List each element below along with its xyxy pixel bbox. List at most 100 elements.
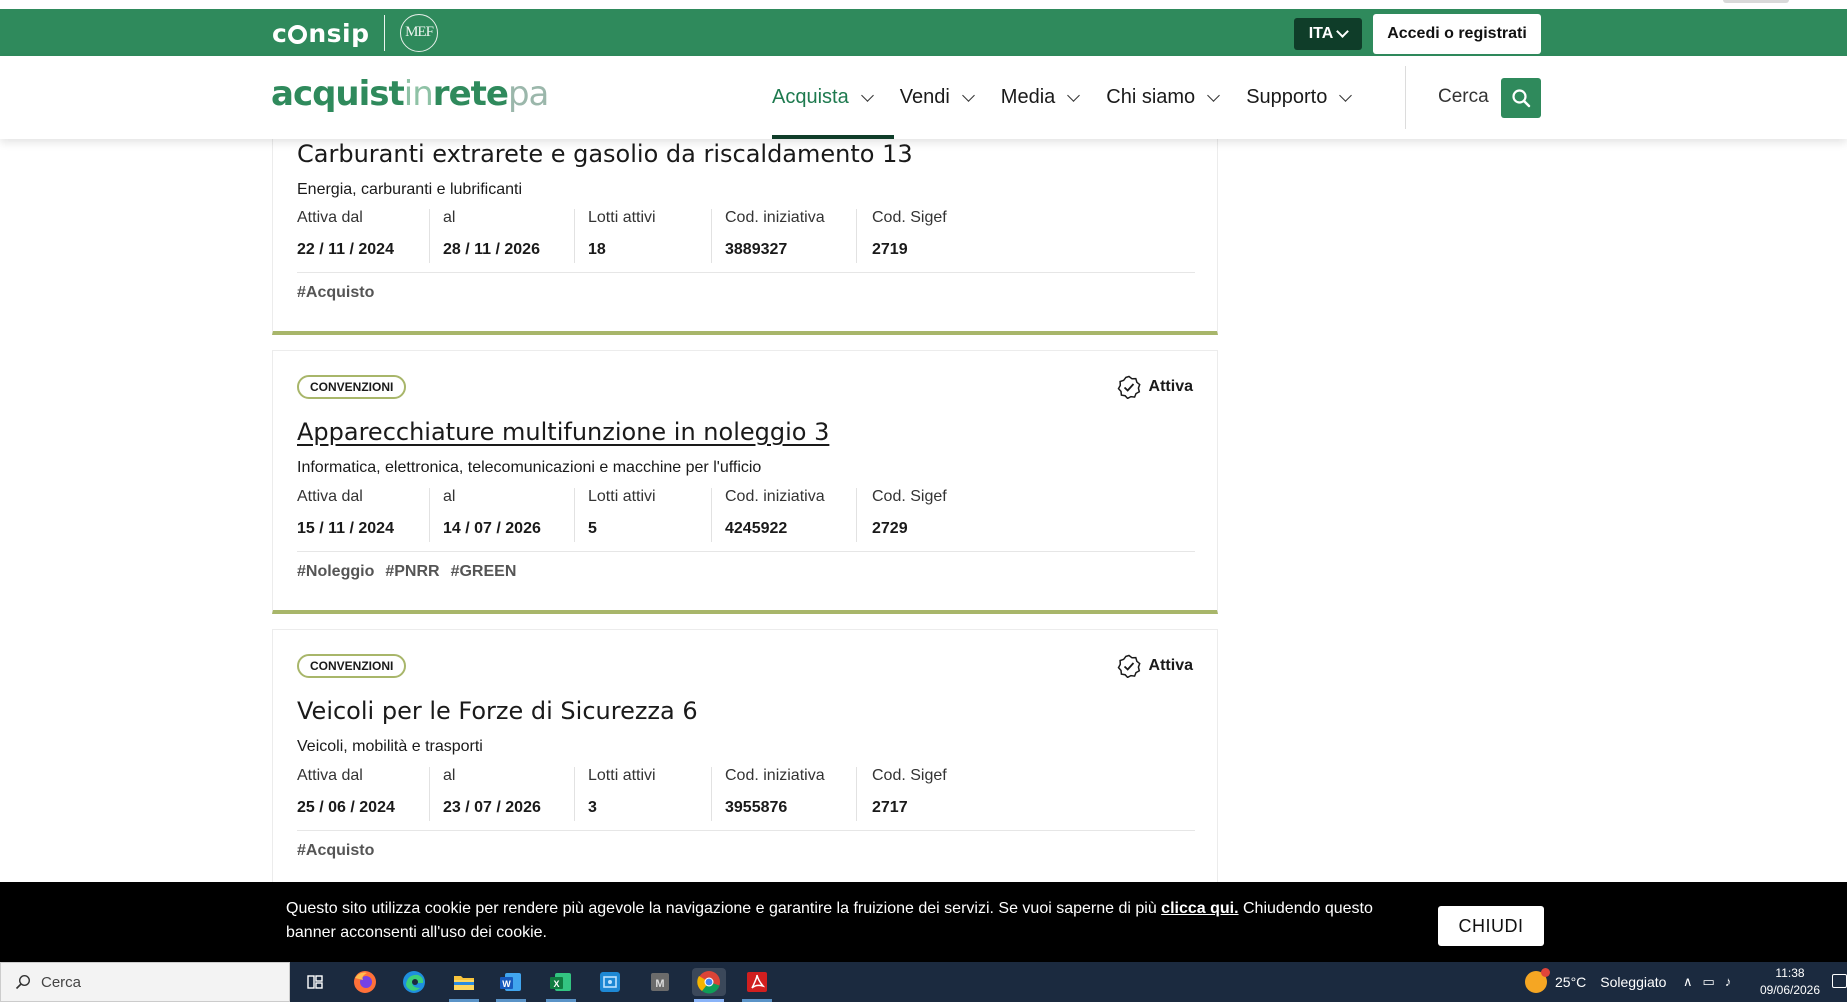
cookie-info-link[interactable]: clicca qui. <box>1161 900 1238 917</box>
clock-time: 11:38 <box>1775 966 1805 980</box>
card-title[interactable]: Veicoli per le Forze di Sicurezza 6 <box>297 697 698 725</box>
nav-label: Acquista <box>772 86 849 108</box>
acrobat-icon[interactable] <box>743 968 771 996</box>
search-icon <box>15 974 31 990</box>
clock-date: 09/06/2026 <box>1759 983 1821 997</box>
nav-label: Vendi <box>899 86 950 108</box>
app-blue-icon[interactable] <box>596 968 624 996</box>
card-meta: Attiva dal 25 / 06 / 2024 al 23 / 07 / 202… <box>297 767 1195 821</box>
cookie-close-button[interactable]: CHIUDI <box>1438 906 1544 946</box>
tag[interactable]: #PNRR <box>385 563 439 581</box>
card-title[interactable]: Apparecchiature multifunzione in noleggi… <box>297 418 829 446</box>
logo-divider <box>384 15 385 51</box>
status-badge: Attiva <box>1117 654 1193 678</box>
edge-icon[interactable] <box>400 968 428 996</box>
tag[interactable]: #Noleggio <box>297 563 374 581</box>
firefox-icon[interactable] <box>351 968 379 996</box>
system-tray: ∧ ▭ ♪ <box>1683 974 1731 990</box>
card-category: Energia, carburanti e lubrificanti <box>297 181 523 198</box>
task-view-icon[interactable] <box>301 968 329 996</box>
tag[interactable]: #Acquisto <box>297 284 374 302</box>
meta-label: Cod. Sigef <box>872 488 947 505</box>
search-label[interactable]: Cerca <box>1438 86 1489 108</box>
clock[interactable]: 11:38 09/06/2026 <box>1753 965 1827 999</box>
meta-label: al <box>443 767 456 784</box>
meta-label: Cod. iniziativa <box>725 767 825 784</box>
meta-label: Cod. iniziativa <box>725 209 825 226</box>
weather-sun-icon <box>1525 968 1550 993</box>
excel-icon[interactable]: X <box>547 968 575 996</box>
meta-value: 28 / 11 / 2026 <box>443 241 540 258</box>
card-tags: #Acquisto <box>297 842 374 860</box>
nav-item-media[interactable]: Media <box>987 56 1092 139</box>
meta-label: al <box>443 488 456 505</box>
nav-label: Supporto <box>1246 86 1328 108</box>
meta-value: 2729 <box>872 520 908 537</box>
nav-item-supporto[interactable]: Supporto <box>1232 56 1364 139</box>
acquistinretepa-logo[interactable]: acquistinretepa <box>271 74 549 114</box>
meta-value: 5 <box>588 520 597 537</box>
nav-item-chi-siamo[interactable]: Chi siamo <box>1092 56 1232 139</box>
tag[interactable]: #Acquisto <box>297 842 374 860</box>
card-category: Informatica, elettronica, telecomunicazi… <box>297 459 762 476</box>
meta-value: 14 / 07 / 2026 <box>443 520 541 537</box>
main-header: acquistinretepa Acquista Vendi Media Chi… <box>0 56 1847 139</box>
status-label: Attiva <box>1148 657 1193 674</box>
type-badge: CONVENZIONI <box>297 375 407 399</box>
meta-label: al <box>443 209 456 226</box>
meta-value: 3955876 <box>725 799 788 816</box>
weather-widget[interactable]: 25°C Soleggiato <box>1525 968 1667 993</box>
chevron-down-icon <box>1207 88 1221 102</box>
chevron-down-icon <box>860 88 874 102</box>
card-title[interactable]: Carburanti extrarete e gasolio da riscal… <box>297 140 913 168</box>
consip-logo[interactable]: c nsip <box>272 19 369 48</box>
meta-label: Lotti attivi <box>588 767 656 784</box>
weather-text: Soleggiato <box>1600 974 1667 990</box>
volume-icon[interactable]: ♪ <box>1725 974 1732 990</box>
cookie-text: Questo sito utilizza cookie per rendere … <box>286 900 1373 941</box>
meta-value: 25 / 06 / 2024 <box>297 799 395 816</box>
card-divider <box>297 830 1195 831</box>
nav-item-vendi[interactable]: Vendi <box>886 56 987 139</box>
word-icon[interactable]: W <box>497 968 525 996</box>
meta-value: 18 <box>588 241 606 258</box>
language-label: ITA <box>1308 25 1334 42</box>
taskbar-search-placeholder: Cerca <box>41 973 82 991</box>
taskbar-search[interactable]: Cerca <box>0 962 290 1002</box>
mef-logo[interactable]: MEF <box>400 14 438 52</box>
meta-label: Cod. iniziativa <box>725 488 825 505</box>
main-nav: Acquista Vendi Media Chi siamo Supporto <box>758 56 1364 139</box>
nav-item-acquista[interactable]: Acquista <box>758 56 894 139</box>
login-button[interactable]: Accedi o registrati <box>1373 14 1541 54</box>
meta-value: 3 <box>588 799 597 816</box>
search-icon <box>1512 89 1531 108</box>
tag[interactable]: #GREEN <box>451 563 517 581</box>
chrome-icon[interactable] <box>692 968 726 996</box>
card-meta: Attiva dal 15 / 11 / 2024 al 14 / 07 / 202… <box>297 488 1195 542</box>
meta-value: 4245922 <box>725 520 788 537</box>
svg-text:X: X <box>553 979 559 989</box>
file-explorer-icon[interactable] <box>450 968 478 996</box>
meta-label: Cod. Sigef <box>872 209 947 226</box>
card-divider <box>297 272 1195 273</box>
browser-top-strip <box>0 0 1847 9</box>
check-badge-icon <box>1117 654 1141 678</box>
meta-label: Attiva dal <box>297 767 363 784</box>
nav-label: Media <box>1000 86 1056 108</box>
meta-label: Cod. Sigef <box>872 767 947 784</box>
meta-value: 3889327 <box>725 241 788 258</box>
svg-text:M: M <box>655 978 664 990</box>
chevron-up-icon[interactable]: ∧ <box>1683 974 1693 990</box>
network-icon[interactable]: ▭ <box>1703 974 1715 990</box>
notification-icon[interactable] <box>1832 974 1847 988</box>
status-label: Attiva <box>1148 378 1193 395</box>
chevron-down-icon <box>961 88 975 102</box>
nav-label: Chi siamo <box>1106 86 1196 108</box>
browser-page: c nsip MEF ITA Accedi o registrati acquis… <box>0 0 1847 1002</box>
language-button[interactable]: ITA <box>1294 18 1362 50</box>
weather-temp: 25°C <box>1555 974 1587 990</box>
meta-label: Lotti attivi <box>588 209 656 226</box>
chevron-down-icon <box>1336 25 1350 38</box>
app-grey-icon[interactable]: M <box>646 968 674 996</box>
search-button[interactable] <box>1501 78 1541 118</box>
